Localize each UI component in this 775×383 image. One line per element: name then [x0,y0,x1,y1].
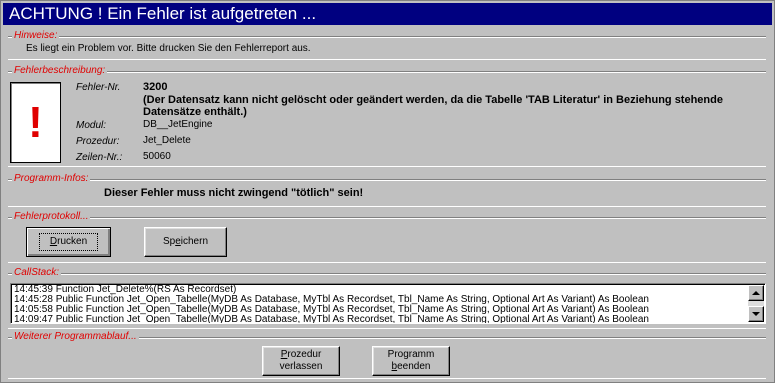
error-message-line1: (Der Datensatz kann nicht gelöscht oder … [143,94,723,106]
programm-line2: eenden [397,361,431,372]
programm-beenden-button[interactable]: Programm beenden [372,346,450,376]
group-label-weiterer: Weiterer Programmablauf... [12,331,139,343]
speichern-label: ichern [180,236,209,247]
arrow-down-icon [752,312,760,316]
speichern-pre: Sp [162,236,176,247]
callstack-scrollbar[interactable] [748,285,764,322]
group-fehlerprotokoll: Fehlerprotokoll... [8,211,766,263]
window-title: ACHTUNG ! Ein Fehler ist aufgetreten ... [3,3,772,25]
prozedur-line2: verlassen [279,361,323,372]
programm-line1: Programm [387,349,435,360]
callstack-listbox[interactable]: 14:45:39 Function Jet_Delete%(RS As Reco… [10,283,766,324]
callstack-lines: 14:45:39 Function Jet_Delete%(RS As Reco… [14,285,747,323]
prozedur-line1: rozedur [287,349,322,360]
zeilen-nr-label: Zeilen-Nr.: [76,152,123,163]
drucken-button[interactable]: Drucken [26,227,111,257]
fehler-nr-value: 3200 [143,81,168,93]
modul-label: Modul: [76,120,107,131]
modul-value: DB__JetEngine [143,119,213,130]
prozedur-verlassen-button[interactable]: Prozedur verlassen [262,346,340,376]
scroll-up-button[interactable] [748,285,764,301]
group-label-fehlerbeschreibung: Fehlerbeschreibung: [12,65,108,77]
prozedur-value: Jet_Delete [143,135,191,146]
arrow-up-icon [752,291,760,295]
speichern-button[interactable]: Sp e ichern [144,227,227,257]
hinweise-text: Es liegt ein Problem vor. Bitte drucken … [26,43,311,54]
group-label-callstack: CallStack: [12,267,62,279]
zeilen-nr-value: 50060 [143,151,171,162]
error-message-line2: Datensätze enthält.) [143,106,247,118]
exclamation-icon: ! [10,82,61,163]
list-item[interactable]: 14:09:47 Public Function Jet_Open_Tabell… [14,315,747,324]
scroll-down-button[interactable] [748,306,764,322]
group-label-programm-infos: Programm-Infos: [12,173,91,185]
programm-infos-text: Dieser Fehler muss nicht zwingend "tötli… [104,187,364,199]
drucken-label: rucken [57,236,88,247]
fehler-nr-label: Fehler-Nr. [76,82,121,93]
group-label-hinweise: Hinweise: [12,30,60,42]
group-label-fehlerprotokoll: Fehlerprotokoll... [12,211,91,223]
prozedur-label: Prozedur: [76,136,120,147]
